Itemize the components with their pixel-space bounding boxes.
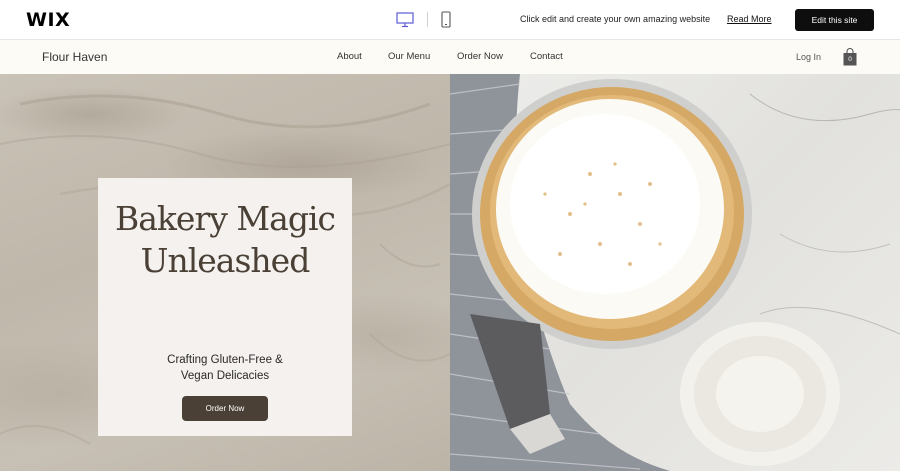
nav-our-menu[interactable]: Our Menu	[388, 51, 430, 62]
mobile-icon[interactable]	[441, 11, 451, 28]
hero-title: Bakery Magic Unleashed	[98, 198, 352, 282]
cart-count: 0	[848, 56, 852, 63]
nav-order-now[interactable]: Order Now	[457, 51, 503, 62]
nav-about[interactable]: About	[337, 51, 362, 62]
hero-order-now-button[interactable]: Order Now	[182, 396, 268, 421]
hero-title-line-2: Unleashed	[140, 241, 311, 280]
hero-title-line-1: Bakery Magic	[115, 199, 336, 238]
site-header: Flour Haven About Our Menu Order Now Con…	[0, 40, 900, 74]
read-more-link[interactable]: Read More	[727, 14, 772, 24]
nav-contact[interactable]: Contact	[530, 51, 563, 62]
device-divider	[427, 12, 428, 27]
wix-editor-bar: WIX Click edit and create your own amazi…	[0, 0, 900, 40]
desktop-icon[interactable]	[396, 12, 414, 28]
wix-promo-message: Click edit and create your own amazing w…	[520, 14, 711, 24]
hero-subtitle-line-1: Crafting Gluten-Free &	[167, 354, 283, 366]
edit-site-button[interactable]: Edit this site	[795, 9, 874, 31]
wix-logo[interactable]: WIX	[26, 9, 70, 31]
hero-card: Bakery Magic Unleashed Crafting Gluten-F…	[98, 178, 352, 436]
login-link[interactable]: Log In	[796, 52, 821, 62]
hero-pie-photo	[450, 74, 900, 471]
hero-subtitle: Crafting Gluten-Free & Vegan Delicacies	[98, 352, 352, 384]
hero-subtitle-line-2: Vegan Delicacies	[180, 370, 270, 382]
site-title[interactable]: Flour Haven	[42, 50, 107, 64]
